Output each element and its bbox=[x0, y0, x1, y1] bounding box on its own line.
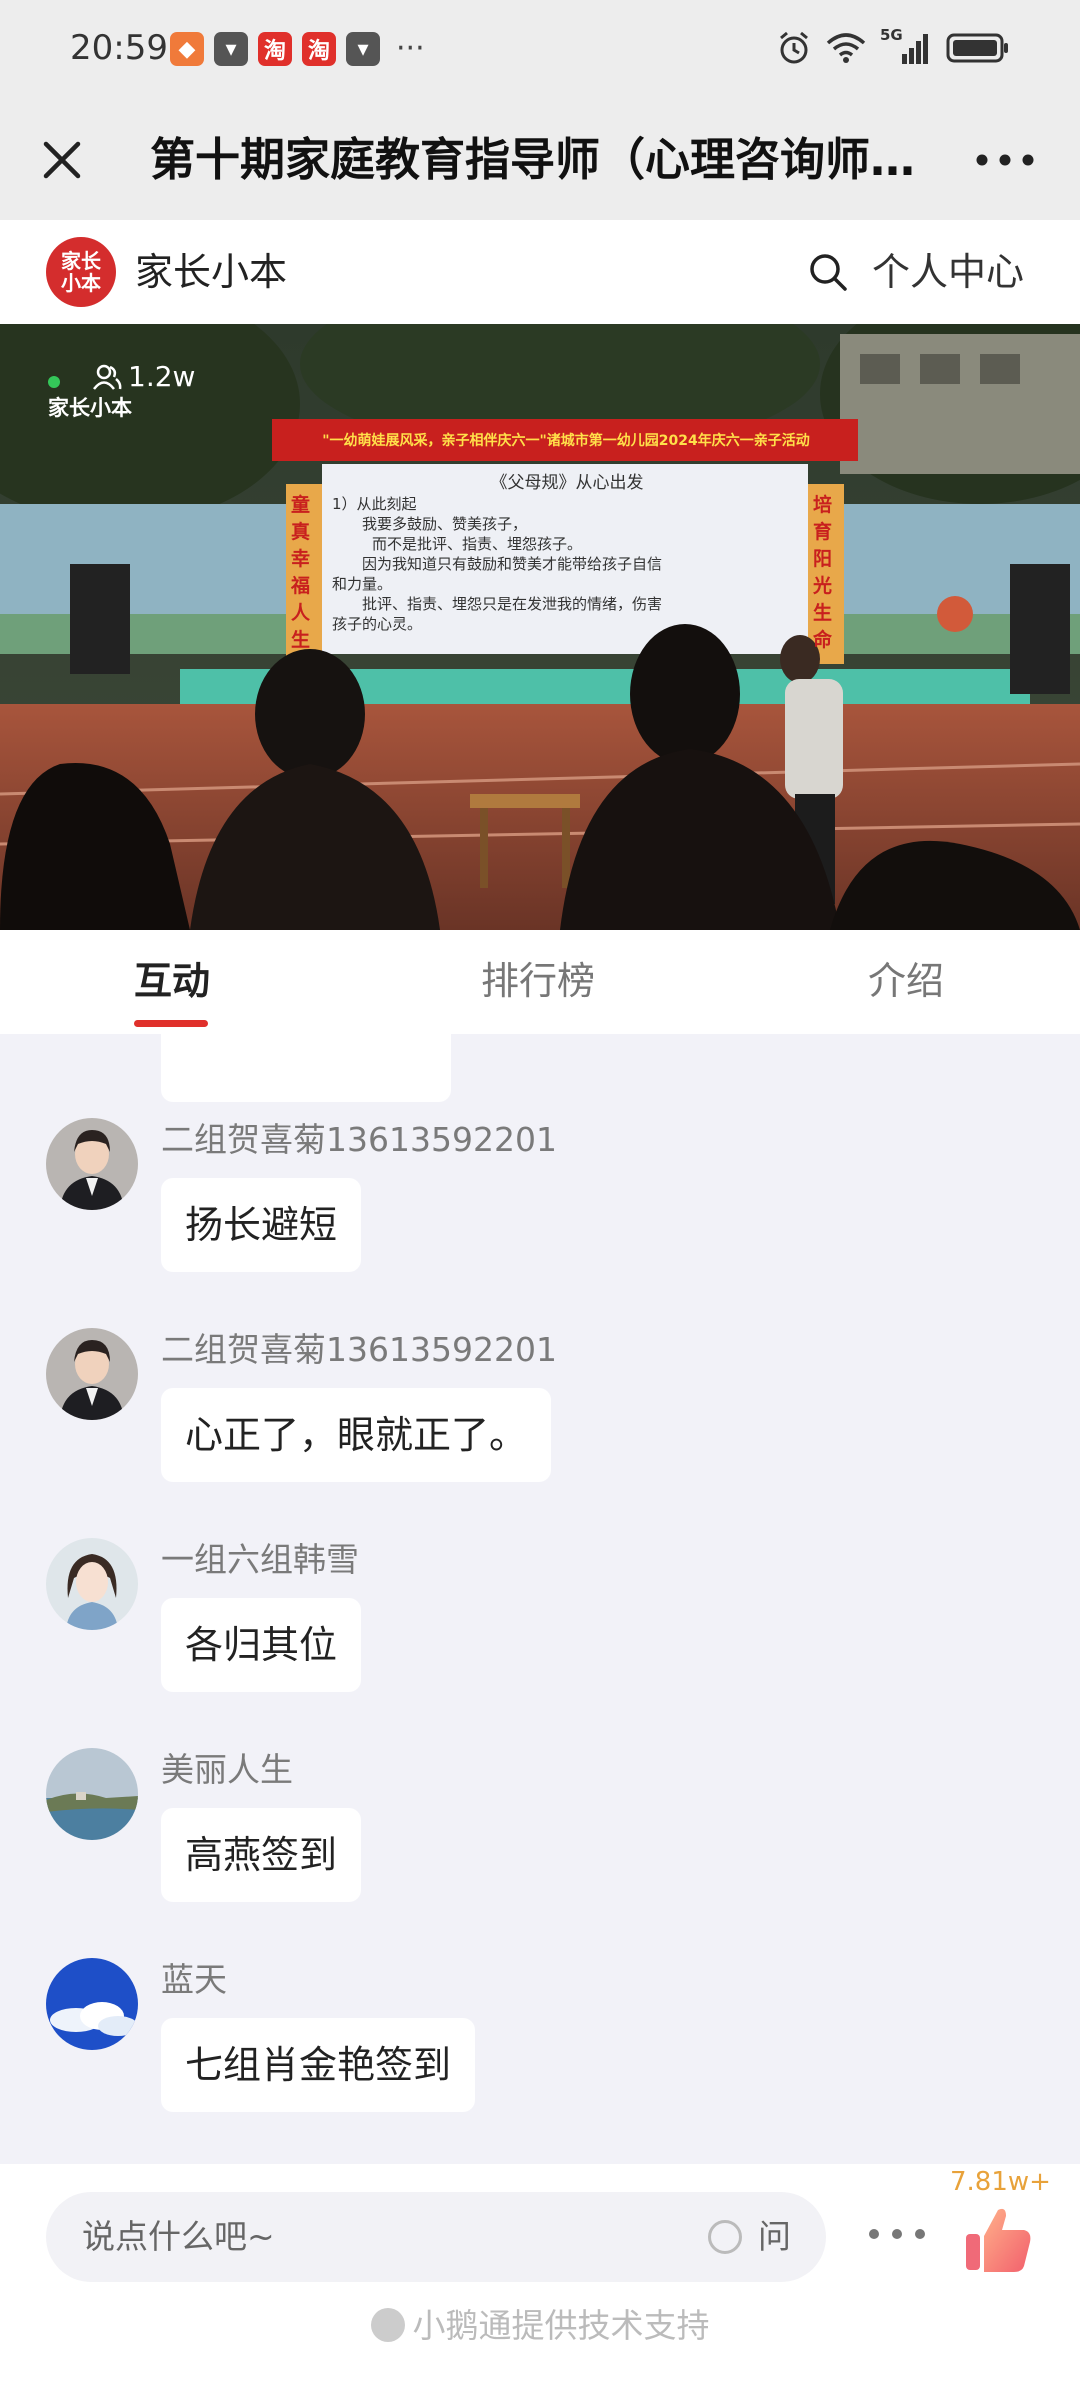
more-notifications-icon: ··· bbox=[396, 31, 425, 66]
video-watermark: 家长小本 bbox=[48, 396, 132, 420]
avatar[interactable] bbox=[46, 1328, 138, 1420]
system-icons: 5G bbox=[776, 26, 1010, 66]
alarm-icon bbox=[780, 31, 808, 64]
brand-header: 家长小本 家长小本 个人中心 bbox=[0, 220, 1080, 324]
taobao-coupon-icon: ◆ bbox=[170, 32, 204, 66]
app-icon: ▾ bbox=[346, 32, 380, 66]
sender-name: 一组六组韩雪 bbox=[161, 1540, 359, 1579]
viewer-count: 1.2w bbox=[92, 360, 195, 393]
tab-bar: 互动 排行榜 介绍 bbox=[0, 930, 1080, 1034]
avatar[interactable] bbox=[46, 1958, 138, 2050]
thumbs-up-icon[interactable] bbox=[960, 2200, 1036, 2276]
message-bubble: 扬长避短 bbox=[161, 1178, 362, 1272]
avatar[interactable] bbox=[46, 1538, 138, 1630]
taobao-icon: 淘 bbox=[258, 32, 292, 66]
screen-line: 而不是批评、指责、埋怨孩子。 bbox=[372, 535, 583, 553]
projection-screen: 《父母规》从心出发 1）从此刻起 我要多鼓励、赞美孩子， 而不是批评、指责、埋怨… bbox=[332, 472, 802, 648]
tab-leaderboard[interactable]: 排行榜 bbox=[481, 956, 595, 1006]
brand-name[interactable]: 家长小本 bbox=[135, 244, 287, 300]
right-pillar-text: 培育阳光生命 bbox=[813, 494, 833, 651]
chat-message: 一组六组韩雪 各归其位 bbox=[0, 1538, 1080, 1738]
page-title: 第十期家庭教育指导师（心理咨询师… bbox=[150, 133, 916, 186]
avatar[interactable] bbox=[46, 1748, 138, 1840]
search-icon[interactable] bbox=[806, 250, 850, 294]
title-bar: 第十期家庭教育指导师（心理咨询师… bbox=[0, 100, 1080, 220]
chat-message: 二组贺喜菊13613592201 心正了，眼就正了。 bbox=[0, 1328, 1080, 1528]
brand-logo[interactable]: 家长小本 bbox=[46, 237, 116, 307]
left-pillar-text: 童真幸福人生 bbox=[291, 494, 311, 651]
active-tab-indicator bbox=[134, 1020, 208, 1027]
screen-line: 因为我知道只有鼓励和赞美才能带给孩子自信 bbox=[362, 555, 663, 573]
chat-message: 二组贺喜菊13613592201 扬长避短 bbox=[0, 1118, 1080, 1318]
screen-heading: 《父母规》从心出发 bbox=[490, 473, 644, 493]
status-bar: 20:59 ◆ ▾ 淘 淘 ▾ ··· 5G bbox=[0, 0, 1080, 100]
live-video-player[interactable]: "一幼萌娃展风采，亲子相伴庆六一"诸城市第一幼儿园2024年庆六一亲子活动 童真… bbox=[0, 324, 1080, 930]
chat-message: 蓝天 七组肖金艳签到 bbox=[0, 1958, 1080, 2158]
status-time: 20:59 bbox=[70, 28, 168, 68]
screen-line: 孩子的心灵。 bbox=[332, 615, 423, 633]
viewer-count-value: 1.2w bbox=[128, 360, 196, 393]
more-options-icon[interactable] bbox=[970, 140, 1040, 180]
screen-line: 1）从此刻起 bbox=[332, 495, 417, 513]
sender-name: 二组贺喜菊13613592201 bbox=[161, 1330, 557, 1369]
chat-list[interactable]: 二组贺喜菊13613592201 扬长避短 二组贺喜菊13613592201 心… bbox=[0, 1034, 1080, 2164]
comment-placeholder: 说点什么吧~ bbox=[82, 2217, 275, 2256]
tab-interaction[interactable]: 互动 bbox=[134, 956, 210, 1006]
avatar[interactable] bbox=[46, 1118, 138, 1210]
xiaoetong-logo-icon bbox=[370, 2307, 405, 2342]
bottom-bar: 说点什么吧~ 问 7.81w+ 小鹅通提供技术支持 bbox=[0, 2164, 1080, 2400]
sender-name: 美丽人生 bbox=[161, 1750, 293, 1789]
message-bubble: 高燕签到 bbox=[161, 1808, 362, 1902]
screen-line: 批评、指责、埋怨只是在发泄我的情绪，伤害 bbox=[362, 595, 663, 613]
cellular-signal-icon: 5G bbox=[880, 26, 932, 66]
message-bubble: 心正了，眼就正了。 bbox=[161, 1388, 552, 1482]
battery-icon bbox=[946, 33, 1008, 63]
like-count: 7.81w+ bbox=[950, 2167, 1051, 2197]
app-icon: ▾ bbox=[214, 32, 248, 66]
message-bubble: 七组肖金艳签到 bbox=[161, 2018, 476, 2112]
comment-input[interactable]: 说点什么吧~ 问 bbox=[46, 2192, 826, 2282]
tab-introduction[interactable]: 介绍 bbox=[868, 956, 944, 1006]
powered-by: 小鹅通提供技术支持 bbox=[0, 2296, 1080, 2356]
sender-name: 蓝天 bbox=[161, 1960, 227, 1999]
powered-by-text: 小鹅通提供技术支持 bbox=[412, 2306, 710, 2345]
message-bubble: 各归其位 bbox=[161, 1598, 362, 1692]
wifi-icon bbox=[826, 33, 866, 63]
chat-message: 美丽人生 高燕签到 bbox=[0, 1748, 1080, 1948]
live-indicator bbox=[48, 376, 60, 388]
brand-logo-text: 家长小本 bbox=[61, 249, 101, 295]
sender-name: 二组贺喜菊13613592201 bbox=[161, 1120, 557, 1159]
personal-center-link[interactable]: 个人中心 bbox=[872, 244, 1024, 300]
ask-question-toggle[interactable] bbox=[708, 2220, 742, 2254]
taobao-icon: 淘 bbox=[302, 32, 336, 66]
message-bubble bbox=[161, 1034, 451, 1102]
stage-banner-text: "一幼萌娃展风采，亲子相伴庆六一"诸城市第一幼儿园2024年庆六一亲子活动 bbox=[322, 433, 810, 449]
viewers-icon bbox=[93, 364, 122, 390]
close-icon[interactable] bbox=[30, 128, 94, 192]
screen-line: 和力量。 bbox=[332, 575, 393, 593]
more-actions-icon[interactable] bbox=[862, 2214, 932, 2254]
screen-line: 我要多鼓励、赞美孩子， bbox=[362, 515, 528, 533]
ask-question-label[interactable]: 问 bbox=[758, 2210, 791, 2264]
notification-icons: ◆ ▾ 淘 淘 ▾ ··· bbox=[170, 32, 425, 66]
